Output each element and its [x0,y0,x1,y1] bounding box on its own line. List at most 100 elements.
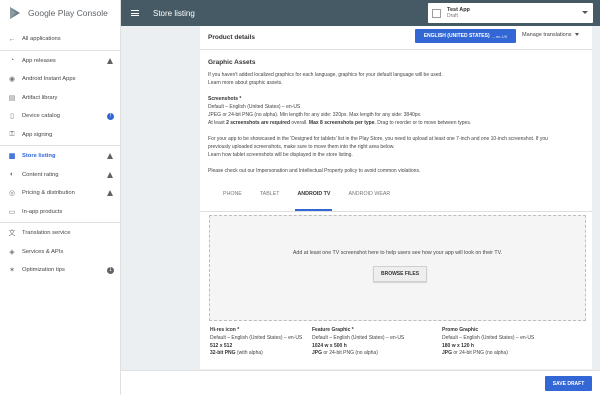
app-selector[interactable]: Test App Draft [428,3,593,23]
sidebar-item-label: App signing [22,131,53,138]
sidebar-item-content-rating[interactable]: ◐ Content rating [0,166,120,185]
sidebar-item-label: Translation service [22,230,71,237]
sidebar-item-in-app-products[interactable]: ▭ In-app products [0,203,120,222]
screenshot-dropzone[interactable]: Add at least one TV screenshot here to h… [209,215,586,321]
page-title: Store listing [153,8,195,18]
sidebar-item-label: Device catalog [22,113,61,120]
footer-bar: SAVE DRAFT [121,370,600,395]
sidebar-item-label: Pricing & distribution [22,190,75,197]
tab-divider [200,211,592,212]
format-requirements: JPEG or 24-bit PNG (no alpha). Min lengt… [208,112,422,118]
language-code: – en-US [492,33,508,39]
tab-android-wear[interactable]: ANDROID WEAR [348,187,390,211]
chevron-down-icon [582,11,588,14]
library-icon: ▤ [8,94,16,102]
warning-icon [107,171,113,178]
sidebar-item-services-apis[interactable]: ◈ Services & APIs [0,243,120,262]
policy-text: Please check out our Impersonation and I… [208,168,421,174]
sidebar-item-label: Services & APIs [22,248,64,255]
sidebar-item-label: Optimization tips [22,267,65,274]
sidebar-item-label: App releases [22,57,56,64]
chevron-down-icon [574,33,579,37]
sidebar-item-label: All applications [22,36,61,43]
instant-icon: ◉ [8,76,16,84]
asset-format: 32-bit PNG (with alpha) [210,350,263,357]
sidebar-item-label: Android Instant Apps [22,76,76,83]
sidebar-item-label: Artifact library [22,94,58,101]
app-icon [432,8,441,18]
manage-translations-label: Manage translations [522,32,572,38]
rating-icon: ◐ [9,171,15,179]
tablet-learn-link[interactable]: Learn how tablet screenshots will be dis… [208,152,353,160]
asset-language: Default – English (United States) – en-U… [442,334,535,341]
asset-title: Promo Graphic [442,327,479,333]
asset-language: Default – English (United States) – en-U… [312,334,405,341]
device-icon: ▯ [10,113,14,121]
tablet-info: For your app to be showcased in the 'Des… [208,136,548,142]
logo[interactable]: Google Play Console [0,0,120,26]
asset-size: 1024 w x 500 h [312,342,347,349]
brand-name: Google Play Console [28,8,108,18]
sidebar: Google Play Console ← All applications ◔ Ap… [0,0,121,395]
dropzone-text: Add at least one TV screenshot here to h… [292,250,503,256]
asset-size: 180 w x 120 h [442,342,474,349]
browse-files-button[interactable]: BROWSE FILES [373,266,427,282]
learn-more-link[interactable]: Learn more about graphic assets. [208,80,283,88]
warning-icon [107,153,113,160]
sidebar-item-app-releases[interactable]: ◔ App releases [0,52,120,71]
sidebar-item-optimization-tips[interactable]: ✶ Optimization tips 1 [0,261,120,280]
card-title: Product details [208,34,255,41]
sidebar-item-android-instant-apps[interactable]: ◉ Android Instant Apps [0,70,120,89]
api-icon: ◈ [9,248,15,256]
menu-icon[interactable] [131,10,139,16]
nav-divider [0,145,120,146]
asset-column[interactable]: Promo Graphic Default – English (United S… [442,327,534,358]
arrow-left-icon: ← [8,35,16,43]
sidebar-item-label: Content rating [22,171,59,178]
sidebar-item-device-catalog[interactable]: ▯ Device catalog! [0,107,120,126]
sidebar-item-all-applications[interactable]: ← All applications [0,30,120,49]
asset-title: Hi-res icon * [210,327,240,333]
warning-icon [107,190,113,197]
asset-title: Feature Graphic * [312,327,354,333]
nav-divider [0,49,120,51]
language-button[interactable]: ENGLISH (UNITED STATES) – en-US [415,29,516,43]
tab-android-tv[interactable]: ANDROID TV [295,187,333,211]
tab-tablet[interactable]: TABLET [260,187,280,211]
lightbulb-icon: ✶ [9,267,15,275]
notification-badge: ! [107,112,114,120]
screenshot-requirements: At least 2 screenshots are required over… [208,120,472,126]
language-button-label: ENGLISH (UNITED STATES) [423,33,490,39]
sidebar-item-store-listing[interactable]: ▦ Store listing [0,147,120,166]
asset-language: Default – English (United States) – en-U… [210,334,303,341]
key-icon: ⚿ [9,130,15,138]
asset-format: JPG or 24-bit PNG (no alpha) [312,350,378,357]
section-title: Graphic Assets [208,59,256,66]
translate-icon: 文 [8,230,16,238]
tab-phone[interactable]: PHONE [223,187,242,211]
play-logo-icon [8,6,22,20]
rocket-icon: ◔ [9,57,15,65]
screenshots-label: Screenshots * [208,96,242,102]
sidebar-item-translation-service[interactable]: 文 Translation service [0,224,120,243]
sidebar-item-pricing-distribution[interactable]: ◎ Pricing & distribution [0,184,120,203]
asset-format: JPG or 24-bit PNG (no alpha) [442,350,508,357]
manage-translations-dropdown[interactable]: Manage translations [522,32,579,38]
app-name: Test App [447,6,470,13]
sidebar-nav: ← All applications ◔ App releases ◉ Android I… [0,30,120,280]
sidebar-item-label: Store listing [22,153,56,160]
asset-size: 512 x 512 [210,342,233,349]
price-icon: ◎ [8,190,16,198]
sidebar-item-artifact-library[interactable]: ▤ Artifact library [0,89,120,108]
sidebar-item-label: In-app products [22,208,63,215]
top-bar: Store listing Test App Draft [121,0,600,26]
device-tabs: PHONE TABLET ANDROID TV ANDROID WEAR [223,187,408,211]
intro-text: If you haven't added localized graphics … [208,72,443,78]
save-draft-button[interactable]: SAVE DRAFT [545,376,592,391]
tablet-info-2: previously uploaded screenshots, make su… [208,144,395,150]
asset-column[interactable]: Hi-res icon * Default – English (United S… [210,327,302,358]
product-details-card: Product details ENGLISH (UNITED STATES) … [200,26,592,369]
sidebar-item-app-signing[interactable]: ⚿ App signing [0,126,120,145]
asset-column[interactable]: Feature Graphic * Default – English (Unit… [312,327,404,358]
cart-icon: ▭ [8,208,16,216]
